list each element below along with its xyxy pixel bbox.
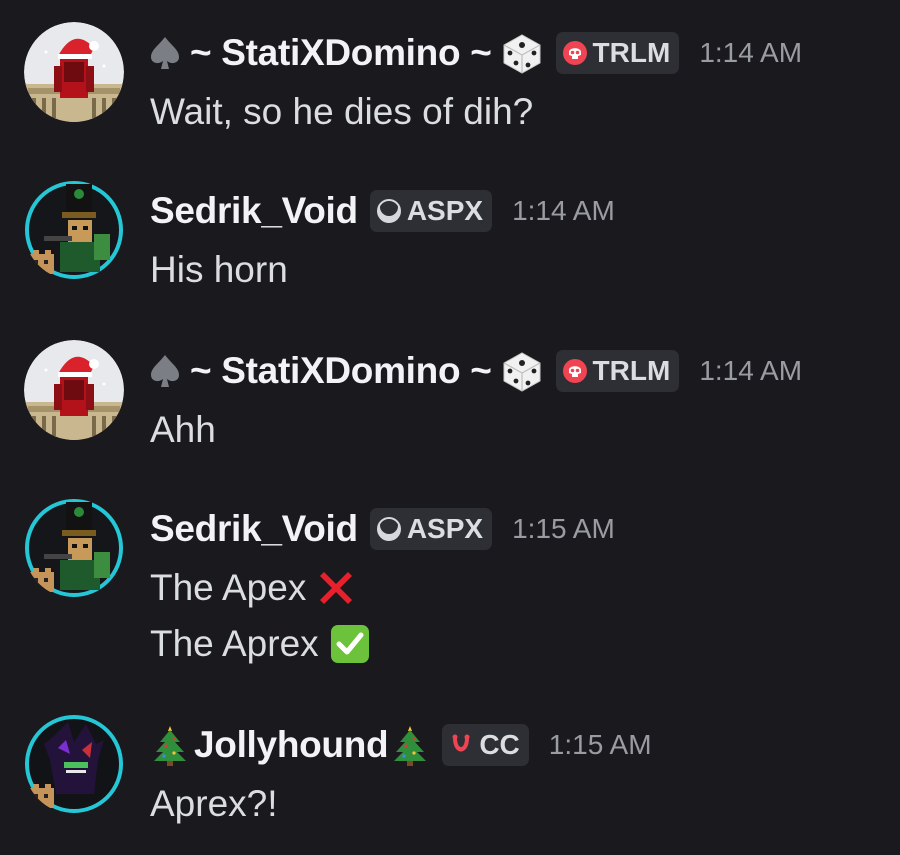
dice-icon [500,31,544,75]
username[interactable]: Jollyhound [194,724,389,766]
message-content: Wait, so he dies of dih? [150,84,533,140]
timestamp: 1:14 AM [699,37,803,68]
username[interactable]: ~ StatiXDomino ~ [190,350,492,392]
role-tag-trlm[interactable]: TRLM [555,32,680,74]
spade-icon [150,36,180,70]
role-tag-cc[interactable]: CC [442,724,529,766]
message-content: The Apex The Aprex [150,560,371,672]
message-content: His horn [150,242,288,298]
timestamp: 1:15 AM [512,513,615,544]
message-text-line: The Aprex [150,616,371,672]
message-group: ~ StatiXDomino ~ [0,340,900,460]
message-text: The Apex [150,567,307,608]
message-text: The Aprex [150,623,319,664]
message-header: ~ StatiXDomino ~ TRLM 1:14 AM [150,346,802,396]
moon-icon [376,198,402,224]
role-tag-trlm[interactable]: TRLM [555,350,680,392]
avatar-colosseum-image [24,22,124,122]
christmas-tree-icon [150,724,190,766]
timestamp: 1:14 AM [699,355,803,386]
avatar-nutcracker-image [25,499,123,597]
timestamp: 1:14 AM [512,195,615,226]
username[interactable]: ~ StatiXDomino ~ [190,32,492,74]
role-tag-label: ASPX [406,195,484,226]
message-header: Sedrik_Void ASPX 1:14 AM [150,186,615,236]
spade-icon [150,354,180,388]
avatar[interactable] [24,714,124,814]
cross-mark-icon [316,568,356,608]
role-tag-label: CC [479,729,520,760]
message-content: Aprex?! [150,776,278,832]
christmas-tree-icon [390,724,430,766]
moon-icon [376,516,402,542]
message-text: Wait, so he dies of dih? [150,91,534,132]
message-group: Jollyhound CC 1:15 AM Aprex?! [0,714,900,834]
avatar-jollyhound-image [25,715,123,813]
message-content: Ahh [150,402,216,458]
message-header: Sedrik_Void ASPX 1:15 AM [150,504,615,554]
skull-icon [562,40,588,66]
avatar-nutcracker-image [25,181,123,279]
avatar[interactable] [24,180,124,280]
role-tag-aspx[interactable]: ASPX [369,190,493,232]
role-tag-aspx[interactable]: ASPX [369,508,493,550]
check-mark-icon [329,623,371,665]
message-group: ~ StatiXDomino ~ [0,22,900,142]
message-header: ~ StatiXDomino ~ TRLM 1:14 AM [150,28,802,78]
message-text: Ahh [150,409,216,450]
message-group: Sedrik_Void ASPX 1:15 AM The Apex The Ap… [0,498,900,678]
skull-icon [562,358,588,384]
message-text-line: The Apex [150,560,371,616]
message-header: Jollyhound CC 1:15 AM [150,720,652,770]
avatar[interactable] [24,22,124,122]
message-group: Sedrik_Void ASPX 1:14 AM His horn [0,180,900,300]
username[interactable]: Sedrik_Void [150,190,358,232]
username[interactable]: Sedrik_Void [150,508,358,550]
horseshoe-icon [448,732,474,758]
message-text: Aprex?! [150,783,278,824]
avatar[interactable] [24,340,124,440]
avatar[interactable] [24,498,124,598]
role-tag-label: TRLM [592,37,671,68]
role-tag-label: TRLM [592,355,671,386]
dice-icon [500,349,544,393]
role-tag-label: ASPX [406,513,484,544]
chat-message-list: ~ StatiXDomino ~ TRLM 1:14 AM Wait, so h… [0,0,900,855]
avatar-colosseum-image [24,340,124,440]
message-text: His horn [150,249,288,290]
timestamp: 1:15 AM [548,729,652,760]
